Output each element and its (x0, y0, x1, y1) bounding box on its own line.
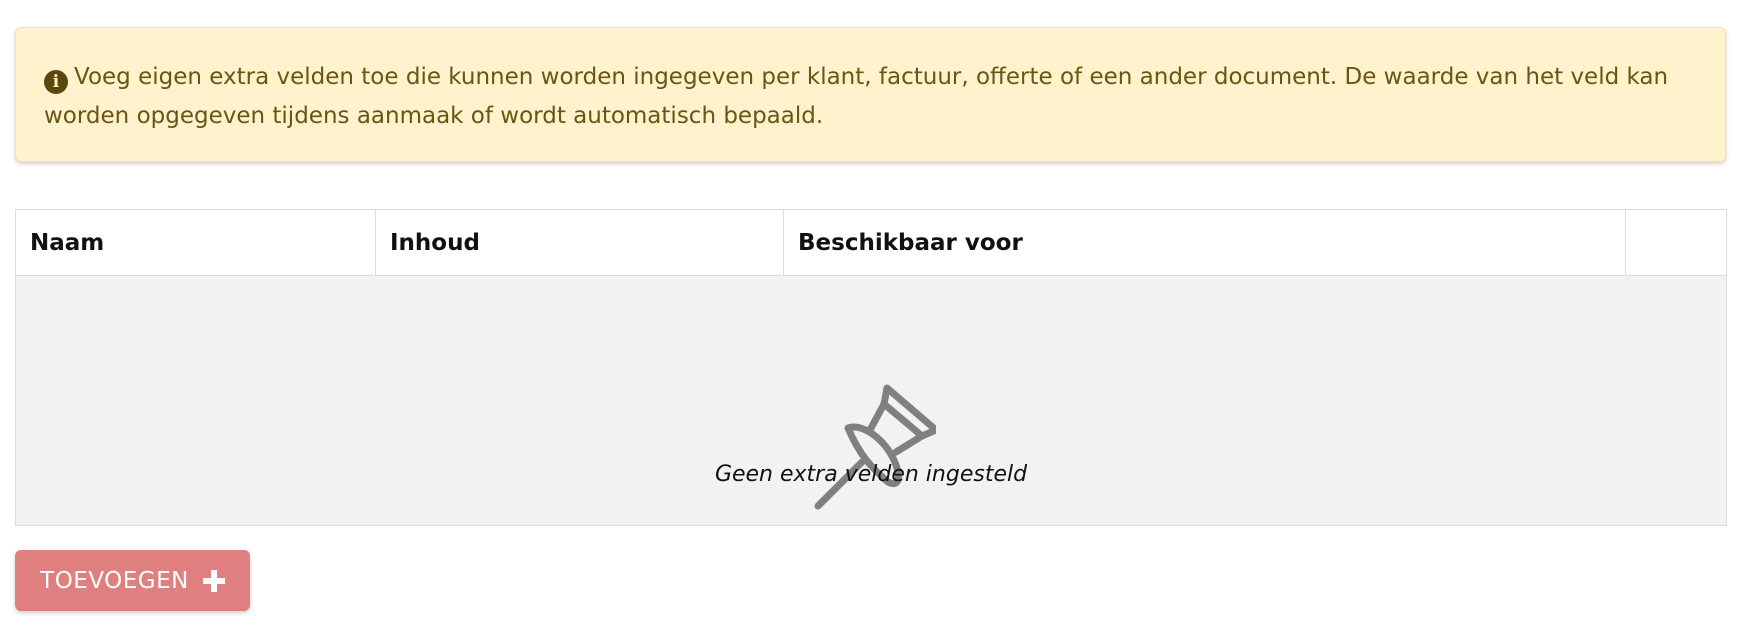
plus-icon (202, 569, 225, 592)
column-header-actions (1625, 209, 1727, 276)
empty-state-message: Geen extra velden ingesteld (714, 462, 1028, 487)
column-header-naam: Naam (15, 209, 376, 276)
column-header-inhoud: Inhoud (375, 209, 784, 276)
info-alert-text: Voeg eigen extra velden toe die kunnen w… (44, 64, 1669, 129)
column-header-beschikbaar-voor: Beschikbaar voor (783, 209, 1626, 276)
empty-state-cell: Geen extra velden ingesteld (15, 275, 1727, 526)
empty-state: Geen extra velden ingesteld (16, 276, 1726, 525)
table-header-row: Naam Inhoud Beschikbaar voor (15, 209, 1727, 276)
info-alert: i Voeg eigen extra velden toe die kunnen … (15, 27, 1726, 162)
pushpin-icon (814, 384, 936, 510)
extra-fields-table: Naam Inhoud Beschikbaar voor Geen extra … (15, 209, 1727, 526)
add-field-button-label: TOEVOEGEN (40, 567, 189, 594)
info-circle-icon: i (44, 70, 68, 94)
add-field-button[interactable]: TOEVOEGEN (15, 550, 250, 611)
empty-row: Geen extra velden ingesteld (15, 275, 1727, 526)
